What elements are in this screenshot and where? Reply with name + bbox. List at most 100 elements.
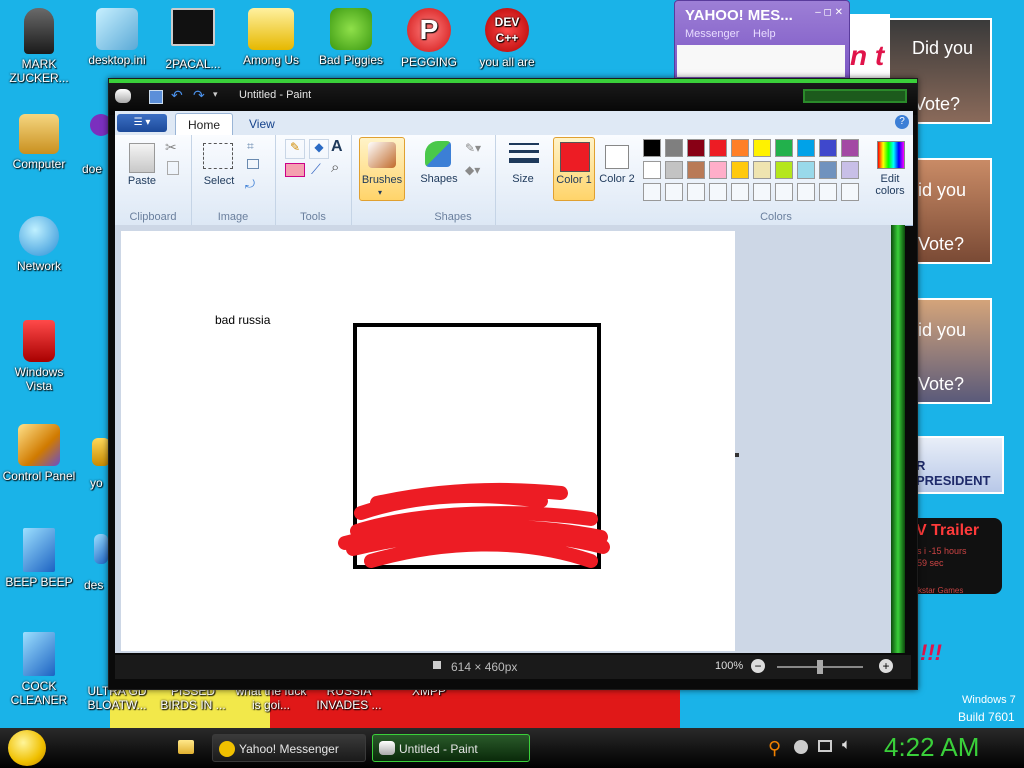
desktop-icon-windows-vista[interactable]: Windows Vista [2,320,76,393]
color1-button[interactable]: Color 1 [553,137,595,201]
desktop-icon-you-all-are[interactable]: DEV C++ you all are [470,8,544,69]
palette-swatch[interactable] [819,139,837,157]
tab-home[interactable]: Home [175,113,234,136]
palette-swatch[interactable] [797,139,815,157]
magnifier-icon[interactable]: ⌕ [331,159,339,176]
desktop-icon-mark-zuckerberg[interactable]: MARK ZUCKER... [2,8,76,85]
canvas-resize-handle[interactable] [735,453,739,457]
desktop-icon-doe[interactable]: doe [76,114,112,176]
folder-icon[interactable] [178,740,194,754]
pencil-icon[interactable]: ✎ [285,139,305,159]
vertical-scrollbar[interactable] [891,225,905,653]
desktop-icon-among-us[interactable]: Among Us [234,8,308,67]
palette-swatch[interactable] [665,139,683,157]
palette-swatch-empty[interactable] [665,183,683,201]
president-gadget[interactable]: R PRESIDENT [912,436,1004,494]
palette-swatch-empty[interactable] [797,183,815,201]
network-tray-icon[interactable] [818,740,832,752]
zoom-out-button[interactable]: − [751,659,765,673]
drawing-canvas[interactable]: bad russia [121,231,735,651]
select-button[interactable]: Select [199,141,239,201]
copy-icon[interactable] [167,161,179,175]
palette-swatch[interactable] [775,161,793,179]
palette-swatch-empty[interactable] [687,183,705,201]
palette-swatch-empty[interactable] [775,183,793,201]
palette-swatch[interactable] [665,161,683,179]
fill-icon[interactable]: ◆ [309,139,329,159]
size-button[interactable]: Size [501,137,545,199]
palette-swatch-empty[interactable] [841,183,859,201]
desktop-icon-2pacal[interactable]: 2PACAL... [156,8,230,71]
text-icon[interactable]: A [331,138,343,156]
desktop-icon-cock-cleaner[interactable]: COCK CLEANER [2,632,76,707]
palette-swatch[interactable] [709,139,727,157]
palette-swatch-empty[interactable] [819,183,837,201]
palette-swatch-empty[interactable] [709,183,727,201]
clock[interactable]: 4:22 AM [884,732,979,763]
save-icon[interactable] [149,90,163,104]
file-menu-button[interactable]: ☰ ▾ [117,114,167,132]
color-picker-icon[interactable]: ⟋ [311,161,321,178]
palette-swatch[interactable] [709,161,727,179]
menu-messenger[interactable]: Messenger [685,28,739,40]
vote-gadget-3[interactable]: id you Vote? [912,298,992,404]
resize-icon[interactable] [247,159,259,169]
palette-swatch[interactable] [731,161,749,179]
desktop-icon-network[interactable]: Network [2,216,76,273]
desktop-icon-pegging[interactable]: P PEGGING [392,8,466,69]
paint-titlebar[interactable]: ↶ ↷ ▾ Untitled - Paint [109,79,917,115]
window-controls[interactable]: – ◻ ✕ [815,7,843,18]
palette-swatch[interactable] [643,161,661,179]
palette-swatch[interactable] [775,139,793,157]
menu-help[interactable]: Help [753,28,776,40]
cut-icon[interactable]: ✂ [165,139,177,156]
paint-window[interactable]: ↶ ↷ ▾ Untitled - Paint ☰ ▾ Home View ? P… [108,78,918,690]
search-icon[interactable]: ⚲ [768,738,781,759]
redo-icon[interactable]: ↷ [193,87,205,104]
paste-button[interactable]: Paste [125,141,159,201]
palette-swatch[interactable] [841,161,859,179]
palette-swatch-empty[interactable] [753,183,771,201]
desktop-icon-bad-piggies[interactable]: Bad Piggies [314,8,388,67]
rotate-icon[interactable]: ⤾ [245,177,255,192]
zoom-in-button[interactable]: + [879,659,893,673]
desktop-icon-yo[interactable]: yo [76,438,112,490]
palette-swatch[interactable] [753,161,771,179]
palette-swatch[interactable] [797,161,815,179]
quick-access-dropdown-icon[interactable]: ▾ [213,89,218,100]
volume-icon[interactable]: 🔈︎ [842,736,851,753]
desktop-icon-computer[interactable]: Computer [2,114,76,171]
vote-gadget-2[interactable]: id you Vote? [912,158,992,264]
color2-button[interactable]: Color 2 [597,137,637,199]
desktop-icon-desktop-ini[interactable]: desktop.ini [80,8,154,67]
palette-swatch[interactable] [731,139,749,157]
start-button[interactable] [8,730,46,766]
paint-app-icon[interactable] [115,89,131,103]
palette-swatch-empty[interactable] [643,183,661,201]
palette-swatch-empty[interactable] [731,183,749,201]
palette-swatch[interactable] [687,161,705,179]
tab-view[interactable]: View [237,113,287,135]
palette-swatch[interactable] [643,139,661,157]
palette-swatch[interactable] [819,161,837,179]
outline-icon[interactable]: ✎▾ [465,141,481,155]
desktop-icon-des[interactable]: des [76,534,112,592]
crop-icon[interactable]: ⌗ [247,139,254,154]
window-controls[interactable] [803,89,907,103]
fill-shape-icon[interactable]: ◆▾ [465,163,480,177]
help-icon[interactable]: ? [895,115,909,129]
eraser-icon[interactable] [285,163,305,177]
palette-swatch[interactable] [841,139,859,157]
desktop-icon-control-panel[interactable]: Control Panel [2,424,76,483]
taskbar-item-yahoo[interactable]: Yahoo! Messenger [212,734,366,762]
trailer-gadget[interactable]: V Trailer rs i -15 hours -59 sec ckstar … [912,518,1002,595]
edit-colors-button[interactable]: Edit colors [869,137,909,199]
undo-icon[interactable]: ↶ [171,87,183,104]
palette-swatch[interactable] [753,139,771,157]
desktop-icon-beep-beep[interactable]: BEEP BEEP [2,528,76,589]
brushes-button[interactable]: Brushes ▾ [359,137,405,201]
yahoo-messenger-window[interactable]: YAHOO! MES... – ◻ ✕ Messenger Help [674,0,850,80]
zoom-slider-thumb[interactable] [817,660,823,674]
palette-swatch[interactable] [687,139,705,157]
shapes-button[interactable]: Shapes [419,137,459,197]
